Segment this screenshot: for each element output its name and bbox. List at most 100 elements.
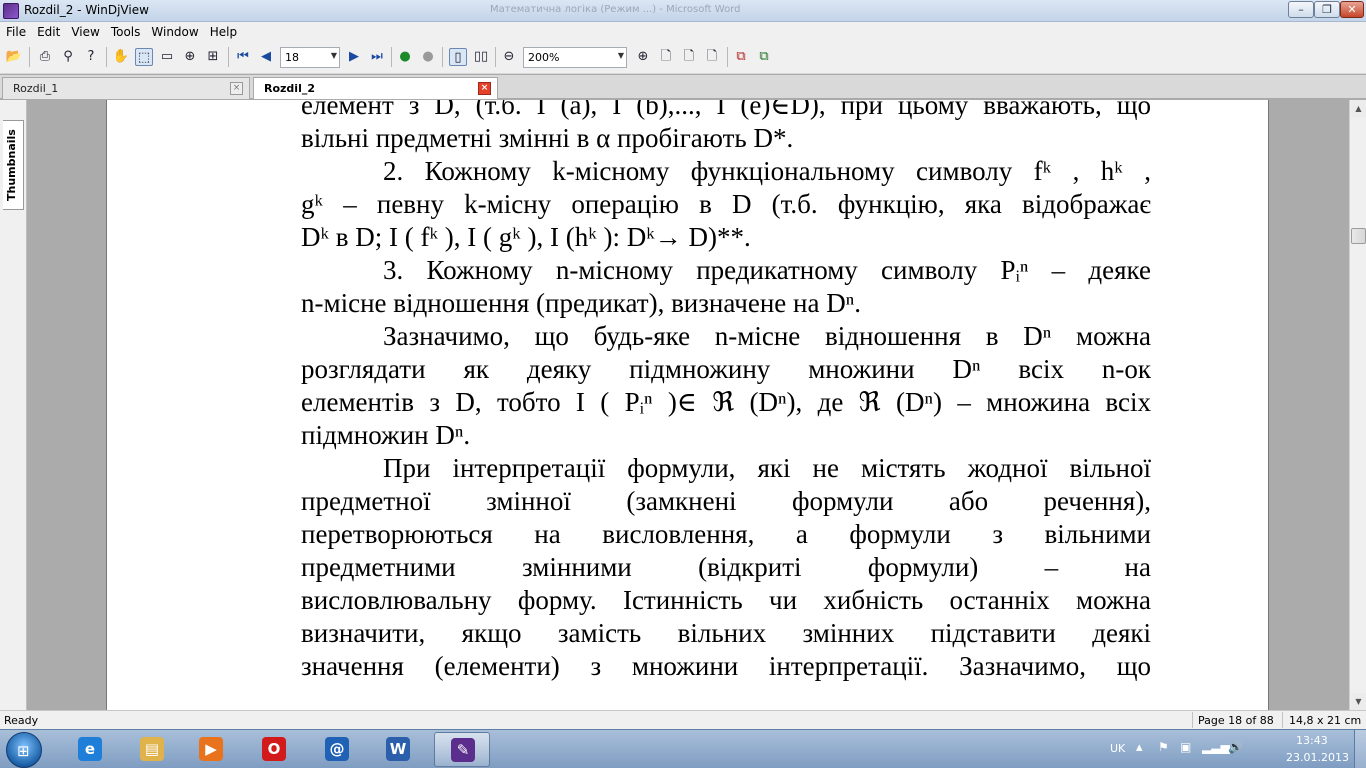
select-tool-icon[interactable]: ⬚	[135, 48, 153, 66]
start-button[interactable]: ⊞	[6, 732, 42, 768]
text-line: предметної змінної (замкнені формули або…	[301, 486, 1151, 516]
minimize-button[interactable]: –	[1288, 1, 1314, 18]
scroll-up-icon[interactable]: ▲	[1351, 100, 1366, 117]
sidebar: Thumbnails	[0, 100, 27, 710]
text-line: підмножин Dⁿ.	[301, 420, 471, 450]
language-indicator[interactable]: UK	[1110, 742, 1125, 755]
thumbnails-tab[interactable]: Thumbnails	[3, 120, 24, 210]
menu-window[interactable]: Window	[145, 22, 203, 39]
rotate-right-icon[interactable]: ⧉	[755, 48, 773, 66]
word-icon: W	[386, 737, 410, 761]
find-icon[interactable]: ⚲	[59, 48, 77, 66]
close-icon[interactable]: ×	[230, 82, 243, 95]
close-icon[interactable]: ×	[478, 82, 491, 95]
network-icon[interactable]: ▂▃▅	[1202, 740, 1230, 754]
zoom-field[interactable]: 200% ▼	[523, 47, 627, 68]
taskbar-word-button[interactable]: W	[370, 732, 426, 767]
menu-edit[interactable]: Edit	[31, 22, 65, 39]
status-ready: Ready	[4, 714, 39, 727]
last-page-icon[interactable]: ⏭	[368, 48, 386, 66]
file-explorer-icon: ▤	[140, 737, 164, 761]
clock-time[interactable]: 13:43	[1296, 734, 1328, 747]
tab-rozdil-1[interactable]: Rozdil_1 ×	[2, 77, 250, 99]
print-icon[interactable]: ⎙	[36, 48, 54, 66]
system-tray: UK ▴ ⚑ ▣ ▂▃▅ 🔊 13:43 23.01.2013	[1100, 730, 1366, 768]
windjview-icon: ✎	[451, 738, 475, 762]
toolbar-separator	[106, 47, 107, 67]
taskbar-opera-button[interactable]: O	[246, 732, 302, 767]
scroll-down-icon[interactable]: ▼	[1351, 693, 1366, 710]
text-line: Dᵏ в D; I ( fᵏ ), I ( gᵏ ), I (hᵏ ): Dᵏ→…	[301, 222, 751, 252]
toolbar-separator	[442, 47, 443, 67]
chevron-up-icon[interactable]: ▴	[1136, 740, 1143, 755]
tab-label: Rozdil_2	[264, 82, 315, 95]
help-icon[interactable]: ?	[82, 48, 100, 66]
text-line: предметними змінними (відкриті формули) …	[301, 552, 1151, 582]
menu-tools[interactable]: Tools	[105, 22, 146, 39]
actual-size-icon[interactable]: 🗋	[703, 48, 721, 66]
text-line: 3. Кожному n-місному предикатному символ…	[383, 255, 1151, 285]
zoom-in-icon[interactable]: ⊕	[634, 48, 652, 66]
mail-icon: @	[325, 737, 349, 761]
previous-page-icon[interactable]: ◀	[257, 48, 275, 66]
facing-pages-icon[interactable]: ▯▯	[472, 48, 490, 66]
status-page: Page 18 of 88	[1198, 714, 1274, 727]
single-page-icon[interactable]: ▯	[449, 48, 467, 66]
fit-page-icon[interactable]: 🗋	[657, 48, 675, 66]
opera-icon: O	[262, 737, 286, 761]
hand-tool-icon[interactable]: ✋	[112, 48, 130, 66]
menu-file[interactable]: File	[0, 22, 31, 39]
status-page-size: 14,8 x 21 cm	[1289, 714, 1362, 727]
text-line: елементів з D, тобто I ( Pᵢⁿ )∈ ℜ (Dⁿ), …	[301, 387, 1151, 417]
text-line: gᵏ – певну k-місну операцію в D (т.б. фу…	[301, 189, 1151, 219]
close-button[interactable]: ✕	[1340, 1, 1364, 18]
menu-bar: File Edit View Tools Window Help	[0, 22, 1366, 42]
taskbar-mail-button[interactable]: @	[309, 732, 365, 767]
text-line: вільні предметні змінні в α пробігають D…	[301, 123, 794, 153]
windjview-app-icon	[3, 3, 19, 19]
show-desktop-button[interactable]	[1354, 730, 1366, 768]
clock-date[interactable]: 23.01.2013	[1286, 751, 1349, 764]
document-viewer[interactable]: елемент з D, (т.б. I (a), I (b),..., I (…	[28, 100, 1349, 710]
tab-rozdil-2[interactable]: Rozdil_2 ×	[253, 77, 498, 99]
status-divider	[1192, 712, 1193, 728]
fit-width-icon[interactable]: 🗋	[680, 48, 698, 66]
taskbar-media-player-button[interactable]: ▶	[183, 732, 239, 767]
menu-view[interactable]: View	[65, 22, 104, 39]
vertical-scrollbar[interactable]: ▲ ▼	[1349, 100, 1366, 710]
open-icon[interactable]: 📂	[5, 48, 23, 66]
zoom-out-icon[interactable]: ⊖	[500, 48, 518, 66]
menu-help[interactable]: Help	[204, 22, 242, 39]
status-bar: Ready Page 18 of 88 14,8 x 21 cm	[0, 710, 1366, 729]
page-number-value: 18	[285, 51, 299, 64]
first-page-icon[interactable]: ⏮	[234, 48, 252, 66]
device-icon[interactable]: ▣	[1180, 740, 1191, 754]
toolbar-separator	[727, 47, 728, 67]
next-page-icon[interactable]: ▶	[345, 48, 363, 66]
chevron-down-icon[interactable]: ▼	[618, 51, 624, 60]
media-player-icon: ▶	[199, 737, 223, 761]
background-window-title: Математична логіка (Режим ...) - Microso…	[490, 4, 741, 15]
zoom-tool-icon[interactable]: ⊕	[181, 48, 199, 66]
maximize-button[interactable]: ❐	[1314, 1, 1340, 18]
thumbnails-label: Thumbnails	[5, 129, 18, 201]
rotate-left-icon[interactable]: ⧉	[732, 48, 750, 66]
text-line: елемент з D, (т.б. I (a), I (b),..., I (…	[301, 100, 1151, 120]
chevron-down-icon[interactable]: ▼	[331, 51, 337, 60]
page-number-field[interactable]: 18 ▼	[280, 47, 340, 68]
text-line: розглядати як деяку підмножину множини D…	[301, 354, 1151, 384]
back-icon[interactable]: ●	[396, 48, 414, 66]
rect-select-icon[interactable]: ▭	[158, 48, 176, 66]
scrollbar-thumb[interactable]	[1351, 228, 1366, 244]
internet-explorer-icon: e	[78, 737, 102, 761]
document-page: елемент з D, (т.б. I (a), I (b),..., I (…	[106, 100, 1269, 710]
taskbar-internet-explorer-button[interactable]: e	[62, 732, 118, 767]
taskbar-windjview-button[interactable]: ✎	[434, 732, 490, 767]
flag-icon[interactable]: ⚑	[1158, 740, 1169, 754]
taskbar-file-explorer-button[interactable]: ▤	[124, 732, 180, 767]
zoom-rect-icon[interactable]: ⊞	[204, 48, 222, 66]
forward-icon[interactable]: ●	[419, 48, 437, 66]
taskbar: ⊞ e ▤ ▶ O @ W ✎ UK ▴ ⚑ ▣ ▂▃▅ 🔊 13:43 23.01.201…	[0, 729, 1366, 768]
volume-icon[interactable]: 🔊	[1228, 740, 1243, 754]
document-tab-bar: Rozdil_1 × Rozdil_2 ×	[0, 75, 1366, 99]
